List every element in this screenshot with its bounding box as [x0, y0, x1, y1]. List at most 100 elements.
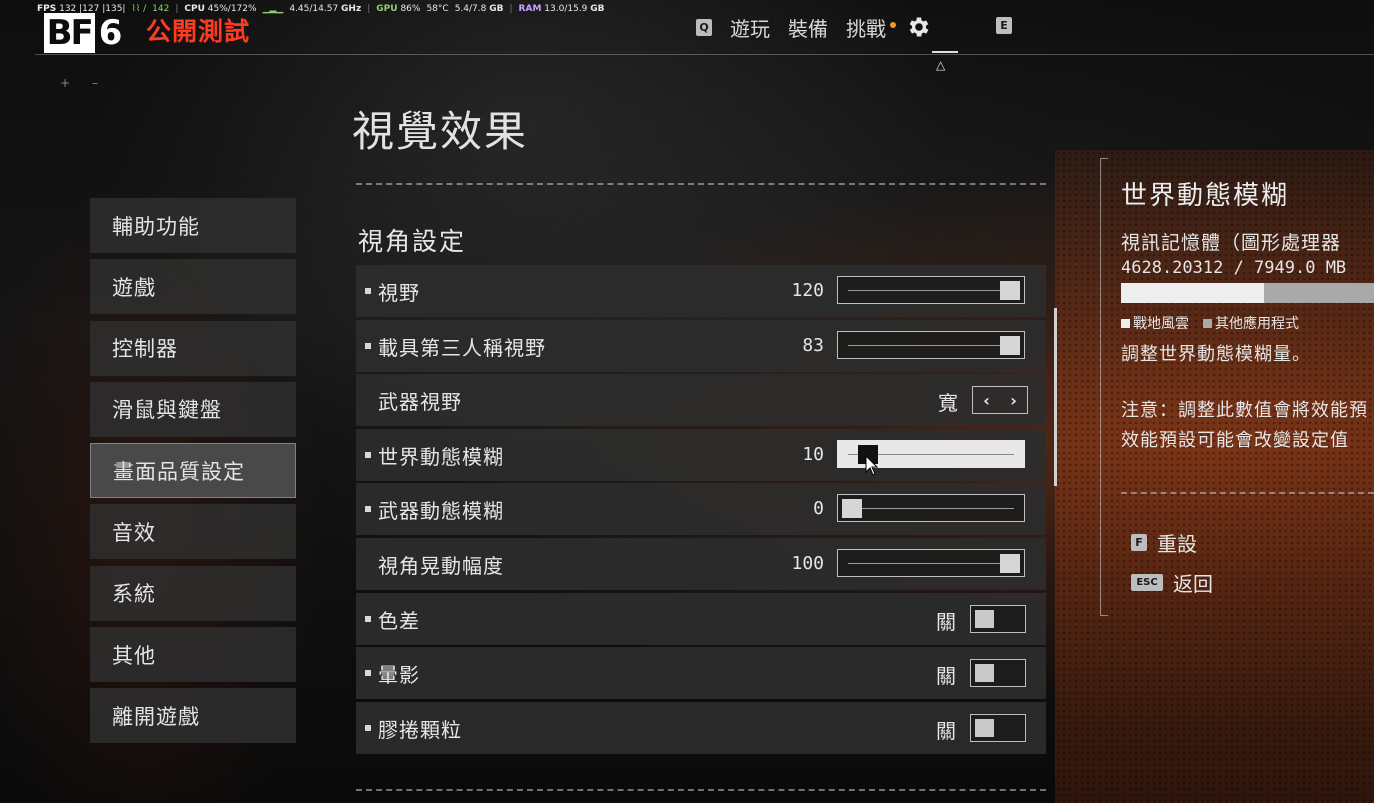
- page-title: 視覺效果: [352, 107, 529, 156]
- modified-bullet-icon: [365, 288, 371, 294]
- settings-gear-icon[interactable]: [906, 14, 932, 40]
- corner-plus-mark: +: [60, 76, 71, 90]
- slider-thumb[interactable]: [1000, 335, 1020, 355]
- toggle-knob: [975, 664, 994, 683]
- nav-tab-challenges[interactable]: 挑戰: [846, 13, 886, 42]
- slider-track: [848, 508, 1014, 510]
- setting-row-vignette[interactable]: 暈影 關: [356, 647, 1046, 700]
- setting-row-vehicle-third-person-fov[interactable]: 載具第三人稱視野 83: [356, 319, 1046, 372]
- film-grain-toggle[interactable]: [970, 713, 1026, 742]
- setting-label: 視野: [378, 281, 420, 305]
- modified-bullet-icon: [365, 615, 371, 622]
- sidebar-item-other[interactable]: 其他: [90, 627, 296, 683]
- title-divider: [356, 183, 1046, 185]
- slider-thumb[interactable]: [1000, 281, 1020, 300]
- legend-item-game: 戰地風雲: [1121, 313, 1189, 333]
- setting-row-world-motion-blur[interactable]: 世界動態模糊 10: [356, 428, 1046, 481]
- setting-label: 膠捲顆粒: [378, 717, 462, 742]
- setting-row-film-grain[interactable]: 膠捲顆粒 關: [356, 701, 1046, 754]
- info-panel-title: 世界動態模糊: [1121, 181, 1290, 211]
- nav-tab-loadout[interactable]: 裝備: [788, 13, 828, 42]
- sidebar-item-quit-game[interactable]: 離開遊戲: [90, 688, 296, 744]
- vram-label: 視訊記憶體（圖形處理器: [1121, 232, 1342, 254]
- logo-bf: BF: [43, 13, 95, 53]
- sidebar-item-system[interactable]: 系統: [90, 565, 296, 621]
- legend-label-game: 戰地風雲: [1133, 316, 1189, 332]
- list-bottom-divider: [356, 789, 1046, 791]
- vram-usage-bar: [1121, 283, 1374, 303]
- chevron-left-icon[interactable]: ‹: [983, 391, 990, 410]
- setting-row-weapon-motion-blur[interactable]: 武器動態模糊 0: [356, 483, 1046, 536]
- game-logo: BF 6: [36, 12, 128, 54]
- reset-button[interactable]: F 重設: [1131, 528, 1197, 557]
- sidebar-item-controller[interactable]: 控制器: [90, 320, 296, 376]
- setting-description: 調整世界動態模糊量。: [1121, 344, 1311, 365]
- active-tab-underline: [932, 51, 958, 53]
- sidebar-item-game[interactable]: 遊戲: [90, 259, 296, 315]
- legend-item-other: 其他應用程式: [1203, 313, 1299, 333]
- logo-six: 6: [98, 13, 123, 53]
- setting-value: 120: [791, 280, 824, 301]
- setting-label: 載具第三人稱視野: [378, 335, 546, 360]
- sidebar-item-audio[interactable]: 音效: [90, 504, 296, 560]
- sidebar: 輔助功能 遊戲 控制器 滑鼠與鍵盤 畫面品質設定 音效 系統 其他 離開遊戲: [90, 198, 296, 750]
- vram-overlay-value: 5.4/7.8: [454, 4, 487, 14]
- corner-marks: + –: [60, 76, 120, 90]
- setting-value: 83: [802, 334, 824, 356]
- vignette-toggle[interactable]: [970, 659, 1026, 688]
- sidebar-item-accessibility[interactable]: 輔助功能: [90, 198, 296, 253]
- cpu-graph-icon: ▁▂▁: [262, 4, 284, 14]
- vram-bar-game-fill: [1121, 283, 1265, 303]
- settings-list: 視野 120 載具第三人稱視野 83 武器視野 寬 ‹ › 世界動態模糊 10: [356, 265, 1046, 756]
- weapon-motion-blur-slider[interactable]: [837, 494, 1025, 523]
- slider-thumb[interactable]: [1000, 553, 1020, 573]
- setting-label: 世界動態模糊: [378, 444, 504, 469]
- open-beta-label: 公開測試: [146, 17, 251, 46]
- slider-track: [848, 290, 1014, 291]
- setting-label: 視角晃動幅度: [378, 553, 504, 578]
- vram-bar-other-fill: [1264, 283, 1374, 303]
- setting-row-weapon-fov[interactable]: 武器視野 寬 ‹ ›: [356, 374, 1046, 427]
- modified-bullet-icon: [365, 724, 371, 731]
- vram-legend: 戰地風雲 其他應用程式: [1121, 313, 1299, 333]
- slider-thumb[interactable]: [842, 499, 862, 519]
- setting-row-fov[interactable]: 視野 120: [356, 265, 1046, 317]
- setting-row-chromatic-aberration[interactable]: 色差 關: [356, 592, 1046, 645]
- setting-label: 武器視野: [378, 390, 462, 415]
- modified-bullet-icon: [365, 670, 371, 677]
- setting-note-line-1: 注意：調整此數值會將效能預: [1121, 400, 1368, 421]
- nav-prev-key-badge[interactable]: Q: [696, 18, 712, 36]
- setting-label: 色差: [378, 608, 420, 633]
- clock-value: 4.45/14.57: [289, 4, 339, 14]
- mouse-cursor-icon: [865, 454, 879, 476]
- slider-track: [848, 562, 1014, 564]
- chromatic-aberration-toggle[interactable]: [970, 604, 1026, 633]
- ram-value: 13.0/15.9: [544, 4, 588, 14]
- sidebar-item-mouse-keyboard[interactable]: 滑鼠與鍵盤: [90, 381, 296, 437]
- camera-shake-slider[interactable]: [837, 548, 1025, 577]
- vram-value: 4628.20312 / 7949.0 MB: [1121, 258, 1347, 278]
- gpu-temp: 58°C: [426, 4, 449, 14]
- active-tab-caret-icon: △: [936, 58, 946, 72]
- ram-unit: GB: [590, 4, 605, 14]
- fov-slider[interactable]: [837, 276, 1025, 304]
- vehicle-fov-slider[interactable]: [837, 330, 1025, 359]
- setting-row-camera-shake[interactable]: 視角晃動幅度 100: [356, 537, 1046, 590]
- info-panel-divider: [1121, 492, 1374, 494]
- section-title: 視角設定: [358, 227, 467, 256]
- legend-swatch-other: [1203, 319, 1212, 328]
- info-panel-frame: [1100, 158, 1108, 616]
- setting-value: 10: [802, 443, 824, 465]
- frametime-graph-icon: ⌇⌇ ∕: [131, 4, 147, 14]
- chevron-right-icon[interactable]: ›: [1010, 391, 1017, 410]
- back-button[interactable]: ESC 返回: [1131, 568, 1213, 597]
- setting-value: 關: [936, 718, 956, 743]
- settings-scrollbar[interactable]: [1054, 308, 1057, 486]
- weapon-fov-selector[interactable]: ‹ ›: [972, 386, 1028, 415]
- reset-key-badge: F: [1131, 534, 1147, 551]
- nav-next-key-badge[interactable]: E: [996, 17, 1012, 34]
- sidebar-item-graphics[interactable]: 畫面品質設定: [90, 443, 296, 499]
- top-nav: Q 遊玩 裝備 挑戰: [696, 10, 932, 44]
- toggle-knob: [975, 609, 994, 628]
- nav-tab-play[interactable]: 遊玩: [730, 13, 770, 42]
